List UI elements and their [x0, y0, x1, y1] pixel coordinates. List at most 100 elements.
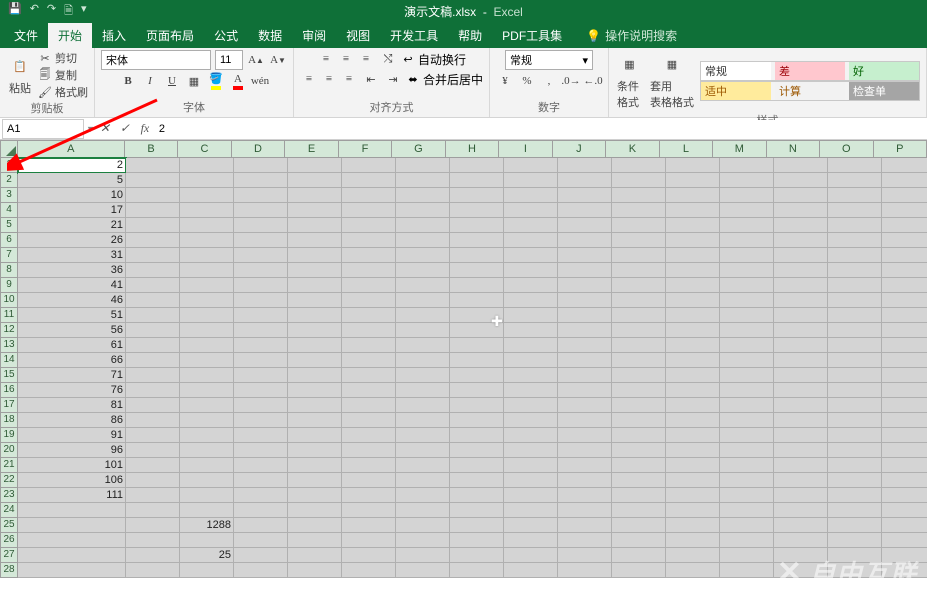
cell[interactable]	[504, 413, 558, 428]
cell[interactable]	[342, 248, 396, 263]
cell[interactable]	[234, 353, 288, 368]
cell[interactable]	[396, 248, 450, 263]
cell[interactable]	[828, 368, 882, 383]
cell[interactable]	[558, 203, 612, 218]
cell[interactable]	[450, 383, 504, 398]
decrease-font-icon[interactable]: A▼	[269, 51, 287, 69]
cell[interactable]	[504, 338, 558, 353]
align-right-button[interactable]: ≡	[340, 70, 358, 88]
cell[interactable]	[882, 518, 927, 533]
cell[interactable]	[612, 428, 666, 443]
cell[interactable]	[666, 473, 720, 488]
cell[interactable]	[450, 353, 504, 368]
cell[interactable]	[504, 158, 558, 173]
cell[interactable]	[504, 323, 558, 338]
cell[interactable]	[288, 368, 342, 383]
cell[interactable]	[720, 188, 774, 203]
cell[interactable]	[126, 458, 180, 473]
cell[interactable]	[612, 203, 666, 218]
cell[interactable]	[558, 548, 612, 563]
cell[interactable]	[126, 368, 180, 383]
cell[interactable]	[558, 458, 612, 473]
more-icon[interactable]: ▾	[81, 2, 87, 21]
cell[interactable]	[288, 218, 342, 233]
cell[interactable]	[450, 563, 504, 578]
cell[interactable]	[882, 263, 927, 278]
cell[interactable]	[558, 518, 612, 533]
cell[interactable]	[126, 218, 180, 233]
cell[interactable]	[666, 248, 720, 263]
cell[interactable]	[126, 548, 180, 563]
cell[interactable]	[180, 533, 234, 548]
cell[interactable]	[288, 518, 342, 533]
font-size-select[interactable]: 11	[215, 50, 243, 70]
cell[interactable]	[828, 278, 882, 293]
cell[interactable]	[774, 473, 828, 488]
cell[interactable]	[18, 533, 126, 548]
cell[interactable]	[882, 548, 927, 563]
cell[interactable]	[504, 233, 558, 248]
cell[interactable]	[396, 263, 450, 278]
style-good[interactable]: 好	[849, 62, 919, 80]
number-format-select[interactable]: 常规▾	[505, 50, 593, 70]
cell[interactable]: 111	[18, 488, 126, 503]
cell[interactable]	[288, 353, 342, 368]
cell[interactable]	[504, 248, 558, 263]
cell[interactable]	[504, 353, 558, 368]
cell[interactable]	[126, 398, 180, 413]
cell[interactable]	[774, 398, 828, 413]
cell[interactable]	[450, 443, 504, 458]
tab-file[interactable]: 文件	[4, 23, 48, 48]
column-header[interactable]: E	[285, 140, 338, 158]
cell[interactable]	[126, 338, 180, 353]
cell[interactable]	[234, 518, 288, 533]
cell[interactable]	[612, 248, 666, 263]
cell[interactable]	[504, 443, 558, 458]
cell[interactable]	[882, 428, 927, 443]
cell[interactable]	[288, 428, 342, 443]
cell[interactable]	[504, 473, 558, 488]
cell[interactable]	[720, 413, 774, 428]
row-header[interactable]: 26	[0, 533, 18, 548]
cell[interactable]	[504, 203, 558, 218]
cell[interactable]: 66	[18, 353, 126, 368]
cell[interactable]	[342, 488, 396, 503]
cell[interactable]	[234, 293, 288, 308]
cells-area[interactable]: 2510172126313641465156616671768186919610…	[18, 158, 927, 578]
cell[interactable]	[288, 383, 342, 398]
row-header[interactable]: 24	[0, 503, 18, 518]
cell[interactable]	[720, 503, 774, 518]
cell[interactable]	[126, 443, 180, 458]
cell[interactable]	[180, 413, 234, 428]
cell[interactable]	[774, 203, 828, 218]
cell[interactable]: 41	[18, 278, 126, 293]
cell[interactable]	[396, 368, 450, 383]
style-normal[interactable]: 常规	[701, 62, 771, 80]
cell[interactable]	[234, 443, 288, 458]
style-bad[interactable]: 差	[775, 62, 845, 80]
cell[interactable]	[720, 278, 774, 293]
cell[interactable]	[612, 443, 666, 458]
align-left-button[interactable]: ≡	[300, 70, 318, 88]
cell[interactable]	[180, 338, 234, 353]
cell[interactable]	[612, 518, 666, 533]
cell[interactable]	[342, 293, 396, 308]
cell[interactable]	[612, 413, 666, 428]
cell[interactable]	[180, 263, 234, 278]
cell[interactable]	[612, 173, 666, 188]
cell[interactable]	[504, 188, 558, 203]
cell[interactable]	[720, 563, 774, 578]
cell[interactable]	[882, 278, 927, 293]
cell[interactable]	[234, 503, 288, 518]
cell[interactable]	[396, 383, 450, 398]
cell[interactable]	[396, 413, 450, 428]
cell[interactable]	[342, 353, 396, 368]
font-name-select[interactable]: 宋体	[101, 50, 211, 70]
tab-pagelayout[interactable]: 页面布局	[136, 23, 204, 48]
cell[interactable]: 71	[18, 368, 126, 383]
cell[interactable]	[288, 398, 342, 413]
cell[interactable]	[558, 323, 612, 338]
cell[interactable]: 21	[18, 218, 126, 233]
cell[interactable]	[774, 563, 828, 578]
cell[interactable]: 91	[18, 428, 126, 443]
